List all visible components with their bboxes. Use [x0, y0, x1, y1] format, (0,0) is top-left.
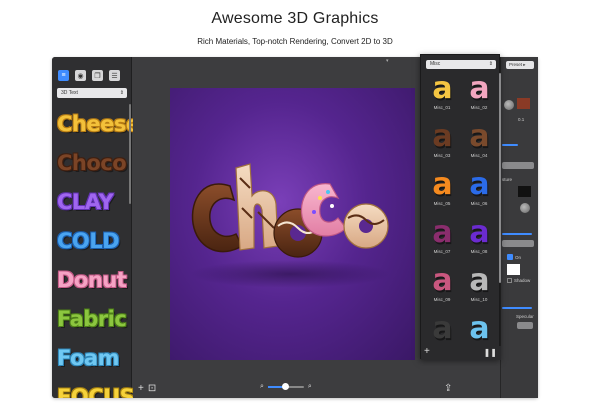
- inspector-bar[interactable]: [502, 162, 534, 169]
- inspector-knob-2[interactable]: [520, 203, 530, 213]
- zoom-in-icon[interactable]: ⌕: [308, 383, 312, 391]
- material-preview-icon: a: [432, 119, 452, 154]
- artboard[interactable]: [170, 88, 415, 360]
- material-item-name: Misc_03: [433, 153, 451, 158]
- inspector-value: 0.1: [518, 117, 525, 122]
- list-view-icon[interactable]: ≡: [58, 70, 69, 81]
- artwork-shadow: [190, 260, 390, 288]
- choco-artwork: [190, 163, 390, 288]
- zoom-control: ⌕ ⌕: [260, 383, 312, 391]
- frame-icon[interactable]: ⊡: [148, 383, 156, 394]
- canvas-bottom-left-tools: + ⊡: [138, 383, 156, 394]
- material-preview-icon: a: [432, 215, 452, 250]
- material-item-name: Misc_02: [470, 105, 488, 110]
- material-preview-icon: a: [469, 167, 489, 202]
- material-item-name: Misc_05: [433, 201, 451, 206]
- left-sidebar: ≡ ◉ ❐ ☰ 3D Text ⇕ Cheese Choco CLAY COLD Don…: [52, 57, 140, 399]
- material-item[interactable]: a Misc_06: [462, 167, 496, 207]
- style-item[interactable]: Donut: [52, 260, 130, 299]
- sidebar-toolbar: ≡ ◉ ❐ ☰: [58, 70, 120, 81]
- letter-h: [235, 163, 279, 251]
- style-item[interactable]: COLD: [52, 221, 130, 260]
- material-category-value: Misc: [430, 61, 441, 67]
- style-category-select[interactable]: 3D Text ⇕: [57, 88, 127, 98]
- material-popup: Misc ⇕ a Misc_01 a Misc_02 a Misc_03 a Misc_04 a…: [420, 54, 501, 360]
- material-preview-icon: a: [469, 215, 489, 250]
- material-item[interactable]: a Misc_03: [425, 119, 459, 159]
- add-material-icon[interactable]: +: [424, 346, 430, 357]
- inspector-bar-2[interactable]: [502, 240, 534, 247]
- share-icon[interactable]: ⇪: [444, 383, 452, 394]
- on-checkbox[interactable]: [507, 254, 513, 260]
- preset-button[interactable]: Preset ▸: [506, 61, 534, 69]
- style-item[interactable]: Fabric: [52, 299, 130, 338]
- material-item-name: Misc_04: [470, 153, 488, 158]
- preset-label: Preset: [509, 62, 523, 67]
- shadow-checkbox[interactable]: [507, 278, 512, 283]
- material-item-name: Misc_07: [433, 249, 451, 254]
- duplicate-icon[interactable]: ❐: [92, 70, 103, 81]
- shape-icon[interactable]: ◉: [75, 70, 86, 81]
- style-item[interactable]: Cheese: [52, 104, 140, 143]
- material-preview-icon: a: [469, 119, 489, 154]
- inspector-white-swatch[interactable]: [507, 264, 520, 275]
- inspector-slider-3[interactable]: [502, 307, 532, 309]
- material-item[interactable]: a: [462, 313, 496, 345]
- texture-label: sture: [502, 177, 513, 182]
- chevron-updown-icon: ⇕: [119, 90, 124, 96]
- inspector-black-swatch[interactable]: [518, 186, 531, 197]
- style-item[interactable]: FOCUS: [52, 377, 135, 399]
- specular-label: Specular: [516, 314, 534, 319]
- style-category-value: 3D Text: [61, 90, 78, 96]
- letter-c: [191, 183, 243, 253]
- material-item[interactable]: a Misc_04: [462, 119, 496, 159]
- material-item-name: Misc_10: [470, 297, 488, 302]
- style-item[interactable]: Foam: [52, 338, 130, 377]
- zoom-slider-knob[interactable]: [282, 383, 290, 390]
- material-preview-icon: a: [469, 263, 489, 298]
- popup-scrollbar[interactable]: [499, 73, 501, 283]
- material-preview-icon: a: [432, 311, 452, 346]
- chevron-updown-icon: ⇕: [488, 61, 493, 67]
- material-item[interactable]: a: [425, 313, 459, 345]
- add-icon[interactable]: +: [138, 383, 144, 394]
- style-item[interactable]: CLAY: [52, 182, 130, 221]
- material-category-select[interactable]: Misc ⇕: [426, 60, 496, 69]
- inspector-bar-3[interactable]: [517, 322, 533, 329]
- inspector-knob[interactable]: [504, 100, 514, 110]
- zoom-out-icon[interactable]: ⌕: [260, 383, 264, 391]
- material-preview-icon: a: [469, 311, 489, 346]
- hero-subtitle: Rich Materials, Top-notch Rendering, Con…: [197, 37, 393, 46]
- material-item[interactable]: a Misc_05: [425, 167, 459, 207]
- material-item[interactable]: a Misc_01: [425, 71, 459, 111]
- material-item-name: Misc_06: [470, 201, 488, 206]
- material-item-name: Misc_08: [470, 249, 488, 254]
- style-item[interactable]: Choco: [52, 143, 130, 182]
- sidebar-scrollbar[interactable]: [129, 104, 131, 204]
- material-item[interactable]: a Misc_08: [462, 215, 496, 255]
- pause-icon[interactable]: ❚❚: [484, 348, 497, 357]
- material-preview-icon: a: [432, 263, 452, 298]
- on-label: On: [515, 255, 522, 260]
- inspector-slider-2[interactable]: [502, 233, 532, 235]
- top-handle-icon[interactable]: ▾: [386, 58, 389, 64]
- material-item[interactable]: a Misc_09: [425, 263, 459, 303]
- letter-c2: [300, 183, 347, 237]
- inspector-slider[interactable]: [502, 144, 518, 146]
- material-item[interactable]: a Misc_07: [425, 215, 459, 255]
- material-item[interactable]: a Misc_10: [462, 263, 496, 303]
- hero-title: Awesome 3D Graphics: [211, 10, 379, 27]
- material-preview-icon: a: [469, 71, 489, 106]
- material-preview-icon: a: [432, 167, 452, 202]
- inspector-color-swatch[interactable]: [517, 98, 530, 109]
- material-preview-icon: a: [432, 71, 452, 106]
- layers-icon[interactable]: ☰: [109, 70, 120, 81]
- popup-footer: + ❚❚: [421, 346, 501, 360]
- material-item[interactable]: a Misc_02: [462, 71, 496, 111]
- material-item-name: Misc_01: [433, 105, 451, 110]
- material-item-name: Misc_09: [433, 297, 451, 302]
- shadow-label: Shadow: [514, 278, 531, 283]
- zoom-slider[interactable]: [267, 383, 304, 390]
- style-list: Cheese Choco CLAY COLD Donut Fabric Foam FOCUS: [52, 104, 140, 399]
